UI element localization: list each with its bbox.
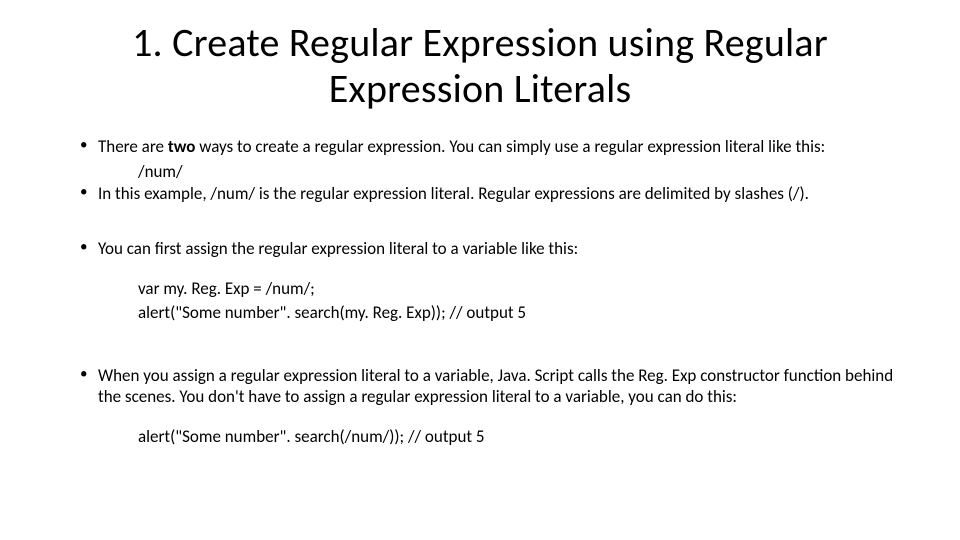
- code-block-1: /num/: [138, 161, 900, 182]
- bullet-1-post: ways to create a regular expression. You…: [195, 136, 825, 157]
- code-block-3: alert("Some number". search(/num/)); // …: [138, 425, 900, 449]
- bullet-1-bold: two: [168, 136, 196, 157]
- bullet-list-2: In this example, /num/ is the regular ex…: [60, 183, 900, 204]
- bullet-1: There are two ways to create a regular e…: [80, 136, 900, 157]
- bullet-1-pre: There are: [98, 136, 168, 157]
- slide-title: 1. Create Regular Expression using Regul…: [60, 20, 900, 112]
- bullet-list-3: You can first assign the regular express…: [60, 238, 900, 259]
- bullet-list: There are two ways to create a regular e…: [60, 136, 900, 157]
- code-block-2b: alert("Some number". search(my. Reg. Exp…: [138, 301, 900, 325]
- bullet-list-4: When you assign a regular expression lit…: [60, 365, 900, 408]
- bullet-2: In this example, /num/ is the regular ex…: [80, 183, 900, 204]
- bullet-3: You can first assign the regular express…: [80, 238, 900, 259]
- slide: 1. Create Regular Expression using Regul…: [0, 0, 960, 540]
- code-block-2a: var my. Reg. Exp = /num/;: [138, 277, 900, 301]
- bullet-4: When you assign a regular expression lit…: [80, 365, 900, 408]
